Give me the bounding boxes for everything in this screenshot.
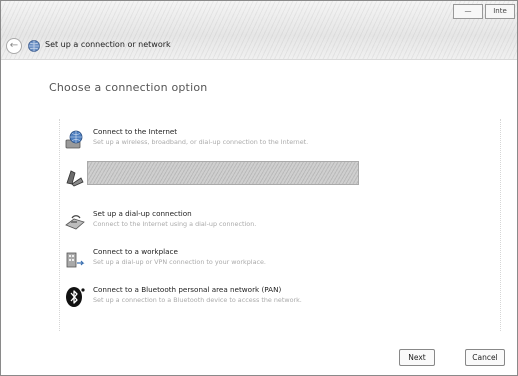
option-description: Connect to the Internet using a dial-up …	[93, 220, 257, 228]
modem-icon	[65, 215, 85, 230]
option-label: Connect to a Bluetooth personal area net…	[93, 285, 282, 294]
option-description: Set up a wireless, broadband, or dial-up…	[93, 138, 309, 146]
globe-network-icon	[65, 130, 83, 149]
option-label: Connect to a workplace	[93, 247, 178, 256]
option-description: Set up a connection to a Bluetooth devic…	[93, 296, 302, 304]
option-label: Connect to the Internet	[93, 127, 178, 136]
title-bar: — Inte ← Set up a connection or network	[1, 1, 517, 60]
page-heading: Choose a connection option	[49, 81, 208, 94]
option-label: Set up a dial-up connection	[93, 209, 192, 218]
option-connect-internet[interactable]: Connect to the Internet Set up a wireles…	[59, 123, 499, 155]
close-button[interactable]: Inte	[485, 4, 515, 19]
cancel-button[interactable]: Cancel	[465, 349, 505, 366]
option-bluetooth-pan[interactable]: Connect to a Bluetooth personal area net…	[59, 281, 499, 313]
workplace-icon	[66, 252, 85, 268]
network-setup-icon	[28, 40, 40, 52]
selected-option-box	[87, 161, 359, 185]
bluetooth-icon	[66, 287, 85, 307]
option-description: Set up a dial-up or VPN connection to yo…	[93, 258, 266, 266]
window-title: Set up a connection or network	[45, 40, 171, 49]
option-dial-up[interactable]: Set up a dial-up connection Connect to t…	[59, 205, 499, 237]
back-button[interactable]: ←	[6, 38, 22, 54]
option-selected-highlight[interactable]	[59, 161, 499, 193]
router-icon	[66, 170, 84, 187]
dialog-window: — Inte ← Set up a connection or network …	[0, 0, 518, 376]
option-workplace[interactable]: Connect to a workplace Set up a dial-up …	[59, 243, 499, 275]
minimize-button[interactable]: —	[453, 4, 483, 19]
back-arrow-icon: ←	[9, 40, 19, 51]
next-button[interactable]: Next	[399, 349, 435, 366]
